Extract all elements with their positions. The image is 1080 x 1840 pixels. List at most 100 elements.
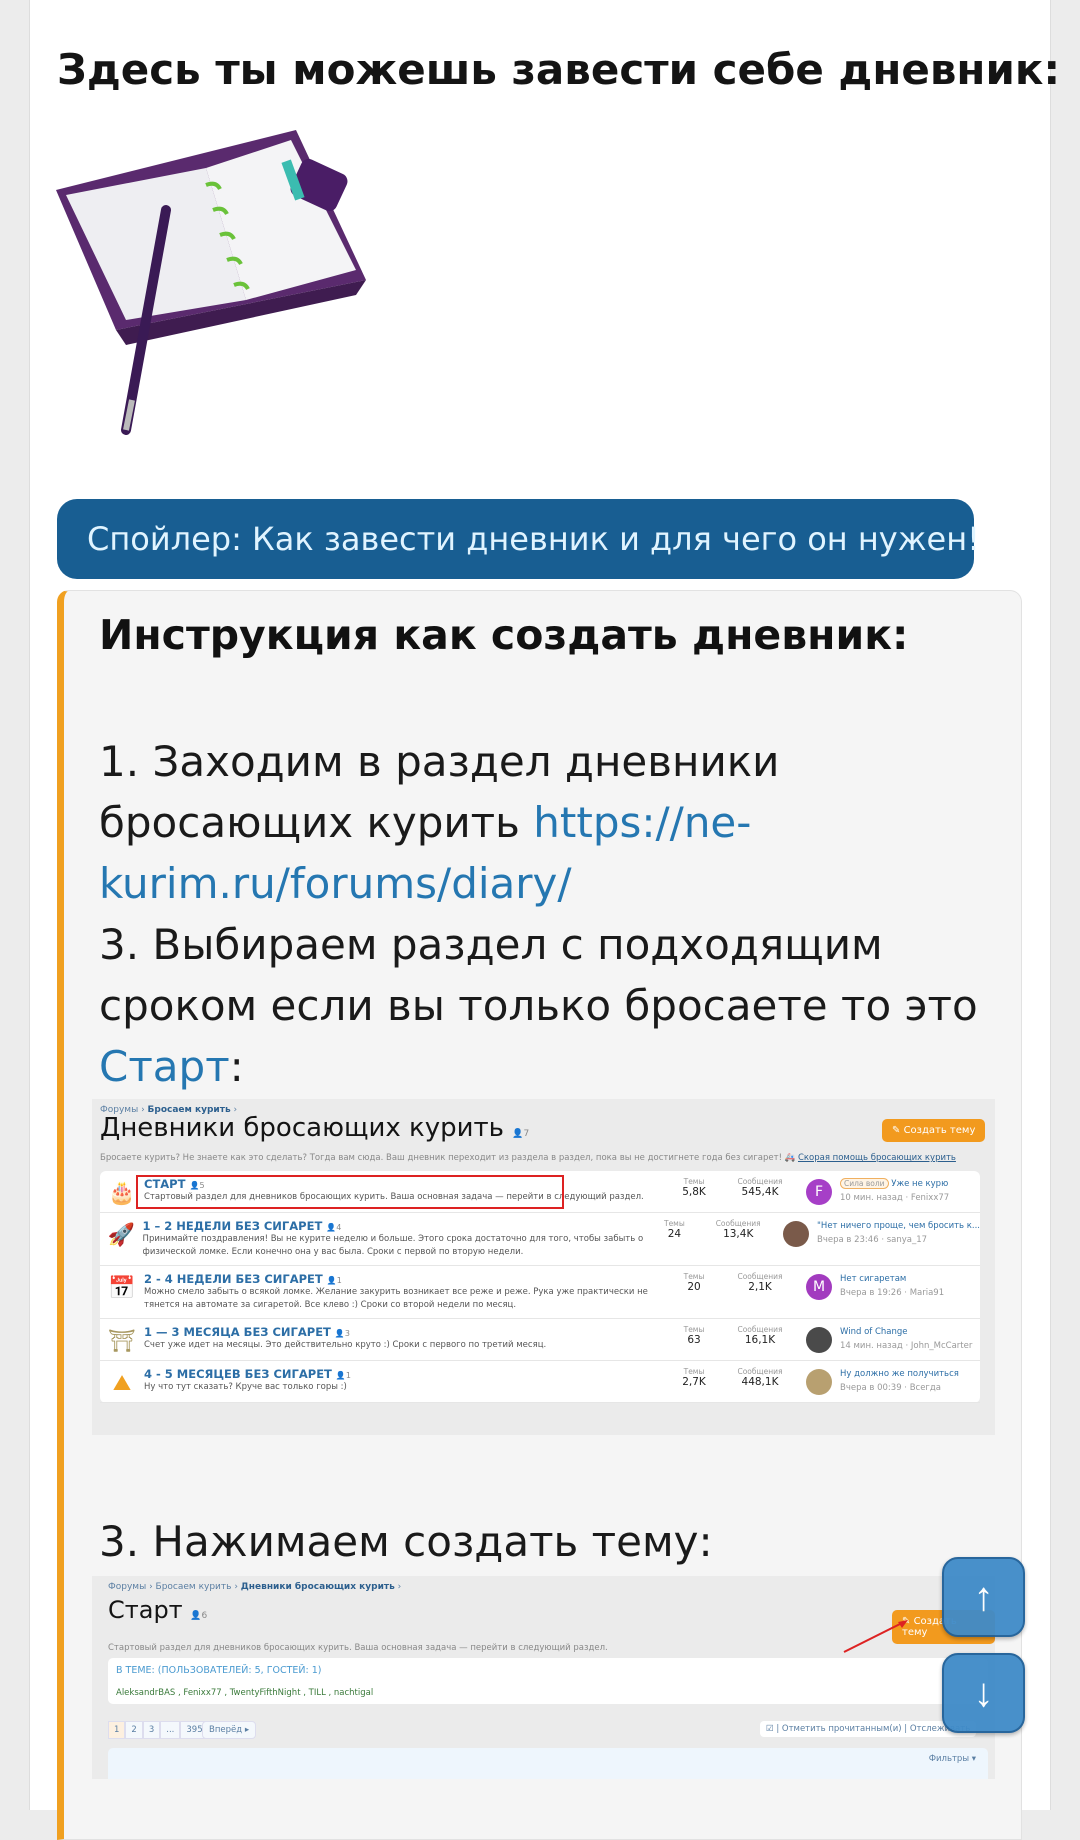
stat-value: 2,7K xyxy=(682,1376,706,1388)
page-link: 1 xyxy=(108,1721,126,1739)
arrow-up-icon: ↑ xyxy=(973,1575,994,1619)
step-3-text: 3. Выбираем раздел с подходящим сроком е… xyxy=(99,920,978,1030)
stat-value: 20 xyxy=(687,1281,701,1293)
watchers-count: 4 xyxy=(336,1223,342,1232)
help-link: Скорая помощь бросающих курить xyxy=(797,1153,956,1163)
step-4: 3. Нажимаем создать тему: xyxy=(99,1517,713,1566)
subforum-row: ⛩ 1 — 3 МЕСЯЦА БЕЗ СИГАРЕТ 👤3 Счет уже ид… xyxy=(100,1319,980,1361)
messages-stat: Сообщения 448,1K xyxy=(724,1367,796,1388)
stat-value: 13,4K xyxy=(723,1228,754,1240)
subforum-list: 🎂 СТАРТ 👤5 Стартовый раздел для дневников… xyxy=(100,1171,980,1403)
scroll-down-button[interactable]: ↓ xyxy=(942,1653,1025,1733)
stat-label: Сообщения xyxy=(737,1272,783,1281)
last-post: Ну должно же получиться Вчера в 00:39 · В… xyxy=(840,1367,959,1395)
stat-label: Темы xyxy=(683,1367,705,1376)
start-link[interactable]: Старт xyxy=(99,1042,230,1091)
subforum-desc: Ну что тут сказать? Круче вас только гор… xyxy=(144,1382,347,1392)
stat-value: 16,1K xyxy=(744,1334,776,1346)
create-thread-label: Создать тему xyxy=(903,1125,976,1136)
crumb: Форумы xyxy=(108,1582,147,1592)
scroll-up-button[interactable]: ↑ xyxy=(942,1557,1025,1637)
last-post-title: Нет сигаретам xyxy=(840,1274,907,1284)
crumb: Дневники бросающих курить xyxy=(240,1582,395,1592)
stat-label: Темы xyxy=(683,1177,705,1186)
avatar xyxy=(783,1221,810,1247)
stat-label: Сообщения xyxy=(715,1219,761,1228)
subforum-desc: Принимайте поздравления! Вы не курите не… xyxy=(142,1234,644,1257)
instruction-title: Инструкция как создать дневник: xyxy=(99,611,909,659)
user-tag: Сила воли xyxy=(840,1178,889,1189)
messages-stat: Сообщения 16,1K xyxy=(724,1325,796,1346)
forum-title: Дневники бросающих курить 👤7 xyxy=(100,1113,530,1143)
subforum-desc: Счет уже идет на месяцы. Это действитель… xyxy=(144,1340,547,1350)
threads-stat: Темы 63 xyxy=(664,1325,724,1346)
threads-stat: Темы 5,8K xyxy=(664,1177,724,1198)
watchers-count: 6 xyxy=(201,1611,208,1621)
subforum-title-text: 4 - 5 МЕСЯЦЕВ БЕЗ СИГАРЕТ xyxy=(144,1367,332,1381)
subforum-row: 🎂 СТАРТ 👤5 Стартовый раздел для дневников… xyxy=(100,1171,980,1213)
stat-label: Сообщения xyxy=(737,1325,783,1334)
subforum-title: 2 - 4 НЕДЕЛИ БЕЗ СИГАРЕТ 👤1 xyxy=(144,1272,342,1286)
subforum-info: 1 — 3 МЕСЯЦА БЕЗ СИГАРЕТ 👤3 Счет уже идет… xyxy=(144,1325,664,1352)
online-users: AleksandrBAS , Fenixx77 , TwentyFifthNig… xyxy=(116,1688,374,1698)
watchers-count: 1 xyxy=(345,1371,351,1380)
page-link: ... xyxy=(160,1721,181,1739)
crumb: Бросаем курить xyxy=(155,1582,232,1592)
page-link: 2 xyxy=(125,1721,143,1739)
stat-label: Сообщения xyxy=(737,1177,783,1186)
last-post: "Нет ничего проще, чем бросить к... Вчера… xyxy=(817,1219,980,1247)
highlight-box xyxy=(136,1175,564,1209)
last-post-title: Уже не курю xyxy=(891,1179,949,1189)
subforum-title: 1 — 3 МЕСЯЦА БЕЗ СИГАРЕТ 👤3 xyxy=(144,1325,350,1339)
forum-screenshot-1: Форумы › Бросаем курить › Дневники броса… xyxy=(92,1099,995,1435)
online-box: В ТЕМЕ: (ПОЛЬЗОВАТЕЛЕЙ: 5, ГОСТЕЙ: 1) Al… xyxy=(108,1658,988,1704)
subforum-info: 1 – 2 НЕДЕЛИ БЕЗ СИГАРЕТ 👤4 Принимайте по… xyxy=(143,1219,646,1259)
filters: Фильтры ▾ xyxy=(928,1754,976,1764)
red-arrow xyxy=(843,1620,908,1653)
last-post-meta: 14 мин. назад · John_McCarter xyxy=(840,1341,973,1351)
last-post-meta: 10 мин. назад · Fenixx77 xyxy=(840,1193,950,1203)
stat-value: 63 xyxy=(687,1334,701,1346)
forum-screenshot-2: Форумы › Бросаем курить › Дневники броса… xyxy=(92,1576,995,1779)
avatar xyxy=(806,1369,832,1395)
forum-title-text: Дневники бросающих курить xyxy=(100,1113,504,1143)
arrow-down-icon: ↓ xyxy=(973,1671,994,1715)
last-post-meta: Вчера в 19:26 · Maria91 xyxy=(840,1288,945,1298)
create-thread-button: ✎ Создать тему xyxy=(882,1119,986,1142)
spoiler-toggle[interactable]: Спойлер: Как завести дневник и для чего … xyxy=(57,499,980,579)
subforum-row: 📅 2 - 4 НЕДЕЛИ БЕЗ СИГАРЕТ 👤1 Можно смело… xyxy=(100,1266,980,1319)
last-post-title: Ну должно же получиться xyxy=(840,1369,959,1379)
threads-stat: Темы 20 xyxy=(664,1272,724,1293)
stat-value: 5,8K xyxy=(682,1186,706,1198)
stat-label: Темы xyxy=(683,1325,705,1334)
page-link: 3 xyxy=(142,1721,161,1739)
post-heading: Здесь ты можешь завести себе дневник: xyxy=(57,45,1061,94)
threads-stat: Темы 24 xyxy=(645,1219,703,1240)
watchers-count: 3 xyxy=(344,1329,350,1338)
mountain-icon: ⛰ xyxy=(112,1371,132,1396)
last-post: Сила воли Уже не курю 10 мин. назад · Fen… xyxy=(840,1177,949,1205)
threads-stat: Темы 2,7K xyxy=(664,1367,724,1388)
avatar xyxy=(806,1327,832,1353)
diary-illustration xyxy=(56,130,366,435)
stat-value: 2,1K xyxy=(748,1281,772,1293)
step-3-suffix: : xyxy=(229,1042,244,1091)
stat-value: 24 xyxy=(667,1228,682,1240)
stat-label: Темы xyxy=(663,1219,685,1228)
calendar-icon: 📅 xyxy=(108,1276,136,1301)
filters-bar: Фильтры ▾ xyxy=(108,1748,988,1779)
last-post-title: "Нет ничего проще, чем бросить к... xyxy=(817,1221,980,1231)
avatar: M xyxy=(806,1274,832,1300)
messages-stat: Сообщения 545,4K xyxy=(724,1177,796,1198)
subforum-title-text: 2 - 4 НЕДЕЛИ БЕЗ СИГАРЕТ xyxy=(144,1272,323,1286)
subforum-title-text: 1 — 3 МЕСЯЦА БЕЗ СИГАРЕТ xyxy=(144,1325,331,1339)
subforum-row: ⛰ 4 - 5 МЕСЯЦЕВ БЕЗ СИГАРЕТ 👤1 Ну что тут… xyxy=(100,1361,980,1403)
subforum-title: 1 – 2 НЕДЕЛИ БЕЗ СИГАРЕТ 👤4 xyxy=(142,1219,342,1233)
forum-title: Старт 👤6 xyxy=(108,1596,208,1624)
stat-label: Темы xyxy=(683,1272,705,1281)
last-post: Нет сигаретам Вчера в 19:26 · Maria91 xyxy=(840,1272,944,1300)
forum-title-text: Старт xyxy=(108,1596,183,1624)
breadcrumb: Форумы › Бросаем курить › Дневники броса… xyxy=(108,1582,402,1592)
online-title: В ТЕМЕ: (ПОЛЬЗОВАТЕЛЕЙ: 5, ГОСТЕЙ: 1) xyxy=(116,1665,322,1676)
rocket-icon: 🚀 xyxy=(107,1223,135,1248)
